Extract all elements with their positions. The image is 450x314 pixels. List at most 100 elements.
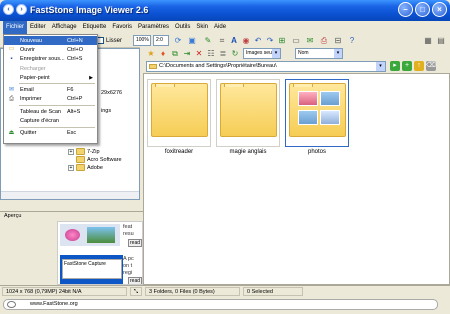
expand-icon[interactable]: + xyxy=(68,148,74,155)
menu-affichage[interactable]: Affichage xyxy=(49,21,80,34)
zoom-fit-select[interactable]: 2:0 xyxy=(153,35,169,46)
menu-fichier[interactable]: Fichier xyxy=(3,21,28,34)
star-icon[interactable]: ★ xyxy=(146,49,156,59)
menu-papier-peint[interactable]: Papier-peint ▶ xyxy=(4,73,97,82)
menu-shortcut: Ctrl+O xyxy=(67,46,84,53)
move-icon[interactable]: ⇥ xyxy=(182,49,192,59)
menu-favoris[interactable]: Favoris xyxy=(109,21,135,34)
menu-separator xyxy=(19,83,95,85)
redeye-icon[interactable]: ◉ xyxy=(241,36,251,46)
menu-capture[interactable]: Capture d'écran xyxy=(4,116,97,125)
horizontal-scrollbar[interactable] xyxy=(1,191,139,199)
lisser-option[interactable]: Lisser xyxy=(97,37,122,44)
zoom-select[interactable]: 100% xyxy=(133,35,151,46)
thumbnail-magie-anglais[interactable] xyxy=(216,79,280,147)
menu-editer[interactable]: Editer xyxy=(27,21,49,34)
go-icon[interactable]: ▸ xyxy=(390,61,400,71)
tree-node[interactable]: Acro Software xyxy=(76,156,122,163)
preview-read-button: read xyxy=(128,277,142,284)
recycle-icon[interactable]: ⌫ xyxy=(426,61,436,71)
crop-icon[interactable]: ⌗ xyxy=(217,36,227,46)
tree-node[interactable]: + 7-Zip xyxy=(68,148,100,155)
menu-ouvrir[interactable]: ▭ Ouvrir Ctrl+O xyxy=(4,45,97,54)
chevron-down-icon: ▾ xyxy=(334,49,342,58)
menu-tableau-scan[interactable]: Tableau de Scan Alt+S xyxy=(4,107,97,116)
tree-node[interactable]: + Adobe xyxy=(68,164,103,171)
fullscreen-icon[interactable]: ▣ xyxy=(187,36,197,46)
save-icon: ▪ xyxy=(10,55,13,62)
list-view-icon[interactable]: ≣ xyxy=(218,49,228,59)
help-icon[interactable]: ? xyxy=(347,36,357,46)
chevron-down-icon[interactable]: ▾ xyxy=(376,62,385,71)
menu-imprimer[interactable]: ⎙ Imprimer Ctrl+P xyxy=(4,95,97,104)
menu-nouveau[interactable]: Nouveau Ctrl+N xyxy=(4,36,97,46)
text-icon[interactable]: A xyxy=(229,36,239,46)
menu-item-label: Recharger xyxy=(20,65,46,72)
path-text: C:\Documents and Settings\Propriétaire\B… xyxy=(159,63,277,69)
add-folder-icon[interactable]: + xyxy=(402,61,412,71)
photo-icon xyxy=(320,110,340,125)
photo-icon xyxy=(298,110,318,125)
undo-icon[interactable]: ↶ xyxy=(253,36,263,46)
thumb-size-icon[interactable]: ▦ xyxy=(423,36,433,46)
preview-text: A pc xyxy=(123,256,134,262)
preview-text: on t xyxy=(123,263,133,269)
website-link[interactable]: www.FastStone.org xyxy=(3,299,438,310)
footer-bar: www.FastStone.org xyxy=(0,296,450,314)
menu-aide[interactable]: Aide xyxy=(211,21,229,34)
slideshow-icon[interactable]: ▭ xyxy=(291,36,301,46)
open-folder-icon: ▭ xyxy=(8,46,15,53)
menu-item-label: Enregistrer sous... xyxy=(20,56,65,63)
back-circle-icon[interactable]: ‹ xyxy=(3,4,14,15)
tree-partial-text-2: ings xyxy=(101,108,112,114)
thumbnail-area[interactable]: foxitreader magie anglais photos xyxy=(143,73,450,285)
email-toolbar-icon[interactable]: ✉ xyxy=(305,36,315,46)
rotate-icon[interactable]: ⟳ xyxy=(173,36,183,46)
copy-icon[interactable]: ⧉ xyxy=(170,49,180,59)
email-icon: ✉ xyxy=(8,86,15,93)
view-mode-select[interactable]: Images seules ▾ xyxy=(243,48,281,59)
image-info: 1024 x 768 (0,79MP) 24bit N/A xyxy=(2,287,127,296)
maximize-button[interactable]: □ xyxy=(415,2,430,17)
edit-icon[interactable]: ✎ xyxy=(203,36,213,46)
preview-text: resu xyxy=(123,231,134,237)
menu-email[interactable]: ✉ Email F6 xyxy=(4,85,97,94)
menu-parametres[interactable]: Paramètres xyxy=(135,21,172,34)
menu-quitter[interactable]: ⏏ Quitter Esc xyxy=(4,129,97,138)
tag-icon[interactable]: ♦ xyxy=(158,49,168,59)
menu-enregistrer[interactable]: ▪ Enregistrer sous... Ctrl+S xyxy=(4,55,97,64)
tree-node-label: Adobe xyxy=(87,164,103,171)
menu-shortcut: Alt+S xyxy=(67,108,81,115)
forward-circle-icon[interactable]: › xyxy=(16,4,27,15)
printer-icon: ⎙ xyxy=(9,95,14,102)
title-icons: ‹ › xyxy=(3,4,27,15)
refresh-icon[interactable]: ↻ xyxy=(230,49,240,59)
preview-image: feat resu read FastStone Capture A pc on… xyxy=(57,221,143,285)
menu-recharger[interactable]: Recharger xyxy=(4,64,97,73)
delete-icon[interactable]: ✕ xyxy=(194,49,204,59)
scan-icon[interactable]: ⊟ xyxy=(333,36,343,46)
folder-icon xyxy=(76,164,85,171)
resize-icon[interactable]: ⊞ xyxy=(277,36,287,46)
print-toolbar-icon[interactable]: ⎙ xyxy=(319,36,329,46)
lisser-checkbox[interactable] xyxy=(97,37,104,44)
thumbnail-foxitreader[interactable] xyxy=(147,79,211,147)
sort-select[interactable]: Nom ▾ xyxy=(295,48,343,59)
thumbnail-photos[interactable] xyxy=(285,79,349,147)
menu-outils[interactable]: Outils xyxy=(172,21,193,34)
fit-icon[interactable]: ⤡ xyxy=(130,287,142,296)
flower-image xyxy=(65,229,80,241)
minimize-button[interactable]: – xyxy=(398,2,413,17)
expand-icon[interactable]: + xyxy=(68,164,74,171)
close-button[interactable]: × xyxy=(432,2,447,17)
select-all-icon[interactable]: ☷ xyxy=(206,49,216,59)
up-folder-icon[interactable]: ↑ xyxy=(414,61,424,71)
menu-etiquette[interactable]: Etiquette xyxy=(80,21,110,34)
redo-icon[interactable]: ↷ xyxy=(265,36,275,46)
path-input[interactable]: C:\Documents and Settings\Propriétaire\B… xyxy=(146,61,386,72)
submenu-arrow-icon: ▶ xyxy=(89,74,93,81)
preview-read-button: read xyxy=(128,239,142,247)
layout-icon[interactable]: ▤ xyxy=(436,36,446,46)
folder-info: 3 Folders, 0 Files (0 Bytes) xyxy=(145,287,240,296)
menu-skin[interactable]: Skin xyxy=(193,21,211,34)
